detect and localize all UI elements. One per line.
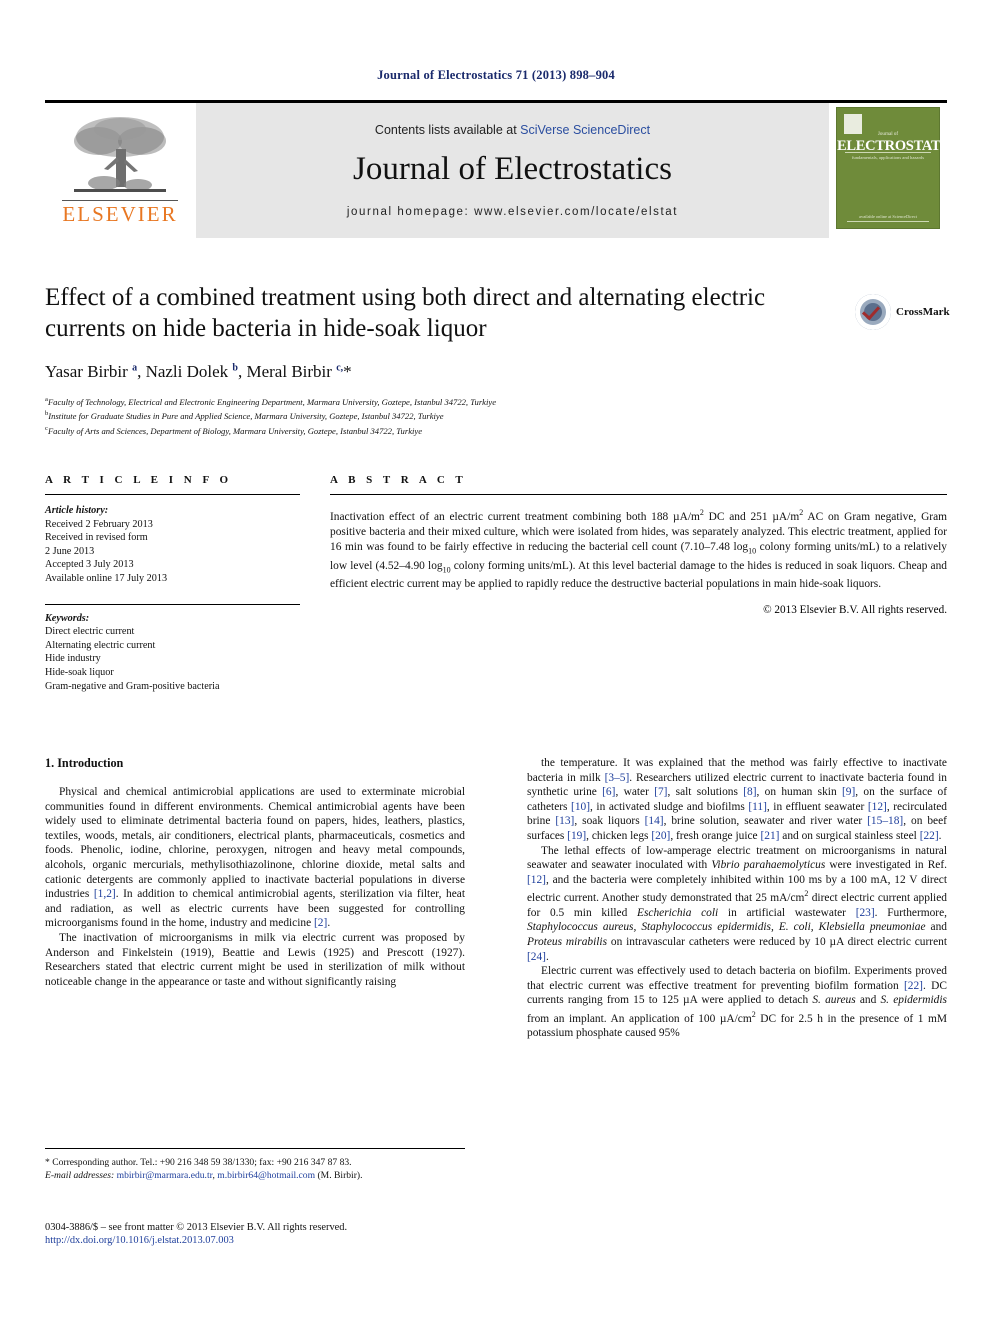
cover-rule bbox=[845, 152, 931, 153]
affiliation-text: Faculty of Arts and Sciences, Department… bbox=[47, 425, 423, 436]
paragraph: The inactivation of microorganisms in mi… bbox=[45, 931, 465, 988]
corresponding-author-footnote: * Corresponding author. Tel.: +90 216 34… bbox=[45, 1148, 465, 1182]
doi-link[interactable]: http://dx.doi.org/10.1016/j.elstat.2013.… bbox=[45, 1235, 505, 1246]
keyword-item: Hide industry bbox=[45, 653, 101, 665]
article-info-column: A R T I C L E I N F O Article history: R… bbox=[45, 474, 300, 693]
body-column-right: the temperature. It was explained that t… bbox=[527, 756, 947, 1041]
history-item: Received 2 February 2013 bbox=[45, 518, 153, 530]
divider bbox=[330, 494, 947, 495]
sciencedirect-link[interactable]: SciVerse ScienceDirect bbox=[520, 123, 650, 137]
page-footer: 0304-3886/$ – see front matter © 2013 El… bbox=[45, 1222, 505, 1246]
paragraph: the temperature. It was explained that t… bbox=[527, 757, 947, 842]
cover-footer: available online at ScienceDirect bbox=[859, 214, 917, 219]
abstract-heading: A B S T R A C T bbox=[330, 474, 467, 486]
elsevier-wordmark: ELSEVIER bbox=[62, 200, 178, 226]
keyword-item: Alternating electric current bbox=[45, 639, 156, 651]
affiliation: aFaculty of Technology, Electrical and E… bbox=[45, 394, 947, 408]
body-column-left: 1. Introduction Physical and chemical an… bbox=[45, 756, 465, 1041]
history-item: Available online 17 July 2013 bbox=[45, 572, 168, 584]
journal-masthead: ELSEVIER Contents lists available at Sci… bbox=[45, 100, 964, 238]
paragraph: Physical and chemical antimicrobial appl… bbox=[45, 786, 465, 930]
keywords-label: Keywords: bbox=[45, 612, 90, 624]
section-heading-introduction: 1. Introduction bbox=[45, 756, 124, 770]
author-list: Yasar Birbir a, Nazli Dolek b, Meral Bir… bbox=[45, 362, 352, 381]
info-abstract-band: A R T I C L E I N F O Article history: R… bbox=[45, 474, 947, 693]
keyword-item: Gram-negative and Gram-positive bacteria bbox=[45, 680, 220, 692]
masthead-center: Contents lists available at SciVerse Sci… bbox=[195, 103, 829, 238]
crossmark-badge[interactable]: CrossMark bbox=[855, 288, 950, 336]
email-line[interactable]: E-mail addresses: mbirbir@marmara.edu.tr… bbox=[45, 1169, 465, 1182]
title-block: CrossMark Effect of a combined treatment… bbox=[45, 282, 950, 437]
paper-page: Journal of Electrostatics 71 (2013) 898–… bbox=[0, 0, 992, 1323]
journal-homepage-link[interactable]: journal homepage: www.elsevier.com/locat… bbox=[347, 206, 678, 218]
paragraph: The lethal effects of low-amperage elect… bbox=[527, 844, 948, 963]
divider bbox=[45, 603, 300, 605]
history-item: 2 June 2013 bbox=[45, 545, 95, 557]
divider bbox=[45, 494, 300, 495]
crossmark-icon bbox=[855, 294, 891, 330]
article-history-label: Article history: bbox=[45, 505, 109, 516]
history-item: Received in revised form bbox=[45, 532, 148, 544]
affiliation: bInstitute for Graduate Studies in Pure … bbox=[45, 408, 947, 422]
keyword-item: Direct electric current bbox=[45, 626, 135, 638]
abstract-column: A B S T R A C T Inactivation effect of a… bbox=[330, 474, 947, 693]
cover-small-top: Journal of bbox=[877, 132, 899, 137]
abstract-text: Inactivation effect of an electric curre… bbox=[330, 508, 948, 591]
history-item: Accepted 3 July 2013 bbox=[45, 559, 134, 571]
journal-cover-thumbnail[interactable]: Journal of ELECTROSTATICS fundamentals, … bbox=[829, 103, 964, 238]
journal-title: Journal of Electrostatics bbox=[353, 151, 672, 187]
issn-front-matter: 0304-3886/$ – see front matter © 2013 El… bbox=[45, 1222, 348, 1233]
keywords-block: Keywords: Direct electric current Altern… bbox=[45, 612, 300, 694]
cover-elsevier-icon bbox=[844, 114, 862, 134]
affiliation-text: Faculty of Technology, Electrical and El… bbox=[47, 396, 497, 407]
copyright-line: © 2013 Elsevier B.V. All rights reserved… bbox=[763, 604, 947, 617]
affiliation: cFaculty of Arts and Sciences, Departmen… bbox=[45, 423, 947, 437]
body-columns: 1. Introduction Physical and chemical an… bbox=[45, 756, 947, 1041]
crossmark-label: CrossMark bbox=[896, 306, 950, 318]
running-head: Journal of Electrostatics 71 (2013) 898–… bbox=[377, 68, 615, 82]
keyword-item: Hide-soak liquor bbox=[45, 666, 114, 678]
cover-art: Journal of ELECTROSTATICS fundamentals, … bbox=[836, 107, 964, 229]
contents-prefix: Contents lists available at bbox=[374, 123, 521, 137]
article-info-heading: A R T I C L E I N F O bbox=[45, 474, 233, 486]
contents-available-line: Contents lists available at SciVerse Sci… bbox=[375, 123, 650, 137]
paragraph: Electric current was effectively used to… bbox=[527, 965, 947, 1040]
affiliation-list: aFaculty of Technology, Electrical and E… bbox=[45, 394, 947, 437]
elsevier-logo: ELSEVIER bbox=[45, 103, 195, 238]
affiliation-text: Institute for Graduate Studies in Pure a… bbox=[48, 411, 444, 422]
elsevier-tree-icon bbox=[74, 117, 166, 192]
corresponding-author-line: * Corresponding author. Tel.: +90 216 34… bbox=[45, 1157, 352, 1168]
cover-footer-rule bbox=[847, 221, 929, 222]
article-history: Article history: Received 2 February 201… bbox=[45, 504, 300, 586]
cover-subtitle: fundamentals, applications and hazards bbox=[851, 155, 925, 160]
page-title: Effect of a combined treatment using bot… bbox=[45, 284, 766, 342]
